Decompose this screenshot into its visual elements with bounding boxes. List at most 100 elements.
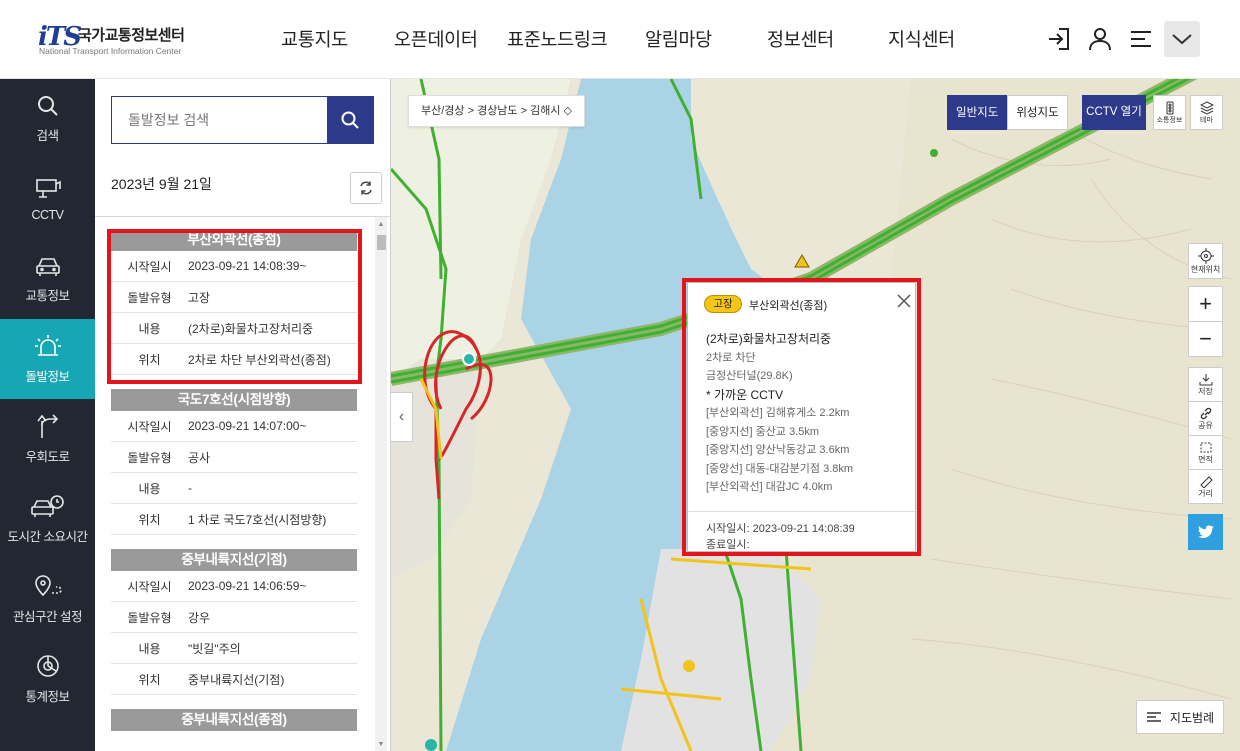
chevron-down-icon[interactable] [1164,21,1200,57]
nav-info-center[interactable]: 정보센터 [767,26,888,52]
search-icon [341,111,359,129]
search-button[interactable] [327,97,373,143]
user-icon[interactable] [1082,21,1118,57]
rail-label: 돌발정보 [25,370,70,384]
nav-knowledge-center[interactable]: 지식센터 [888,26,955,52]
car-clock-icon [30,495,64,517]
type-label: 돌발유형 [127,610,172,625]
left-rail: 검색 CCTV 교통정보 돌발정보 우회도로 도시간 소요시간 관심구간 설정 … [0,79,95,751]
detour-icon [36,414,58,438]
start-value: 2023-09-21 14:08:39~ [188,259,307,273]
incident-list: 부산외곽선(종점) 시작일시 2023-09-21 14:08:39~ 돌발유형 고… [111,229,357,751]
rail-detour[interactable]: 우회도로 [0,399,95,479]
traffic-flow-button[interactable]: 소통정보 [1153,95,1186,130]
nav-open-data[interactable]: 오픈데이터 [394,26,507,52]
popup-cctv-title: * 가까운 CCTV [706,387,784,402]
rail-label: 관심구간 설정 [13,610,82,624]
location-label: 위치 [138,672,161,687]
site-header: iTS 국가교통정보센터 National Transport Informat… [0,0,1240,79]
car-icon [35,258,60,276]
scroll-thumb[interactable] [377,235,386,250]
content-label: 내용 [138,641,161,656]
current-location-button[interactable]: 현재위치 [1188,243,1223,279]
site-logo[interactable]: iTS 국가교통정보센터 National Transport Informat… [38,20,208,60]
close-icon[interactable] [897,294,911,311]
incident-row: 시작일시 2023-09-21 14:06:59~ [111,571,357,602]
rail-incident[interactable]: 돌발정보 [0,319,95,399]
nav-traffic-map[interactable]: 교통지도 [281,26,394,52]
theme-button[interactable]: 테마 [1190,95,1223,130]
map-legend-button[interactable]: 지도범례 [1136,700,1224,734]
popup-footer: 시작일시: 2023-09-21 14:08:39 종료일시: [706,521,855,553]
rail-label: 우회도로 [25,450,70,464]
popup-road-name: 부산외곽선(종점) [749,300,828,312]
download-icon [1199,373,1212,385]
traffic-map[interactable]: 부산/경상 > 경상남도 > 김해시 ◇ 일반지도 위성지도 CCTV 열기 소… [391,79,1240,751]
panel-scrollbar[interactable]: ▲ ▼ [375,217,387,751]
map-type-satellite-button[interactable]: 위성지도 [1007,95,1068,130]
content-label: 내용 [138,321,161,336]
popup-cctv-link[interactable]: [중앙지선] 양산낙동강교 3.6km [706,441,853,460]
cctv-open-button[interactable]: CCTV 열기 [1082,95,1146,130]
share-button[interactable]: 공유 [1188,401,1223,436]
scroll-down-arrow[interactable]: ▼ [377,741,385,749]
scroll-up-arrow[interactable]: ▲ [377,221,385,229]
distance-measure-button[interactable]: 거리 [1188,469,1223,504]
popup-cctv-link[interactable]: [중앙지선] 중산교 3.5km [706,423,853,442]
twitter-button[interactable] [1188,514,1223,550]
content-value: "빗길"주의 [188,641,241,656]
logo-english-name: National Transport Information Center [39,46,182,56]
refresh-button[interactable] [350,172,382,204]
popup-cctv-link[interactable]: [중앙선] 대동-대감분기점 3.8km [706,460,853,479]
incident-card[interactable]: 국도7호선(시점방향) 시작일시 2023-09-21 14:07:00~ 돌발유… [111,389,357,535]
rail-intercity-time[interactable]: 도시간 소요시간 [0,479,95,559]
type-label: 돌발유형 [127,450,172,465]
incident-card[interactable]: 중부내륙지선(기점) 시작일시 2023-09-21 14:06:59~ 돌발유형… [111,549,357,695]
breadcrumb[interactable]: 부산/경상 > 경상남도 > 김해시 ◇ [408,95,585,127]
ctrl-label: 현재위치 [1190,264,1221,274]
nav-notice[interactable]: 알림마당 [645,26,767,52]
type-value: 고장 [188,290,211,305]
incident-row: 위치 1 차로 국도7호선(시점방향) [111,504,357,535]
incident-card[interactable]: 중부내륙지선(종점) [111,709,357,731]
nav-standard-node-link[interactable]: 표준노드링크 [507,26,645,52]
zoom-out-button[interactable]: − [1188,321,1223,357]
zoom-in-button[interactable]: + [1188,286,1223,322]
incident-row: 돌발유형 고장 [111,282,357,313]
rail-cctv[interactable]: CCTV [0,159,95,239]
plus-icon: + [1199,291,1212,316]
incident-card[interactable]: 부산외곽선(종점) 시작일시 2023-09-21 14:08:39~ 돌발유형 고… [111,229,357,375]
search-icon [37,96,58,116]
ctrl-label: 저장 [1198,386,1213,396]
incident-search-input[interactable] [112,97,327,143]
crosshair-icon [1197,247,1214,264]
minus-icon: − [1199,326,1212,351]
incident-popup: 고장 부산외곽선(종점) (2차로)화물차고장처리중 2차로 차단 금정산터널(… [687,282,916,552]
rail-statistics[interactable]: 통계정보 [0,639,95,719]
incident-road: 국도7호선(시점방향) [111,389,357,411]
link-icon [1200,407,1211,419]
incident-row: 내용 (2차로)화물차고장처리중 [111,313,357,344]
popup-cctv-link[interactable]: [부산외곽선] 김해휴게소 2.2km [706,404,853,423]
rail-label: 교통정보 [25,289,70,303]
rail-search[interactable]: 검색 [0,79,95,159]
rail-traffic[interactable]: 교통정보 [0,239,95,319]
rail-interest-route[interactable]: 관심구간 설정 [0,559,95,639]
start-value: 2023-09-21 14:06:59~ [188,579,307,593]
location-value: 1 차로 국도7호선(시점방향) [188,512,327,527]
divider [95,216,390,217]
login-icon[interactable] [1041,21,1077,57]
incident-row: 시작일시 2023-09-21 14:08:39~ [111,251,357,282]
save-button[interactable]: 저장 [1188,367,1223,402]
ctrl-label: 거리 [1198,488,1213,498]
tool-label: 소통정보 [1156,116,1183,124]
incident-search [111,96,374,144]
incident-road: 부산외곽선(종점) [111,229,357,251]
panel-collapse-button[interactable]: ‹ [391,392,413,442]
popup-line: 금정산터널(29.8K) [706,370,793,382]
menu-icon[interactable] [1123,21,1159,57]
map-type-normal-button[interactable]: 일반지도 [947,95,1008,130]
legend-label: 지도범례 [1169,710,1215,725]
area-measure-button[interactable]: 면적 [1188,435,1223,470]
popup-cctv-link[interactable]: [부산외곽선] 대감JC 4.0km [706,478,853,497]
